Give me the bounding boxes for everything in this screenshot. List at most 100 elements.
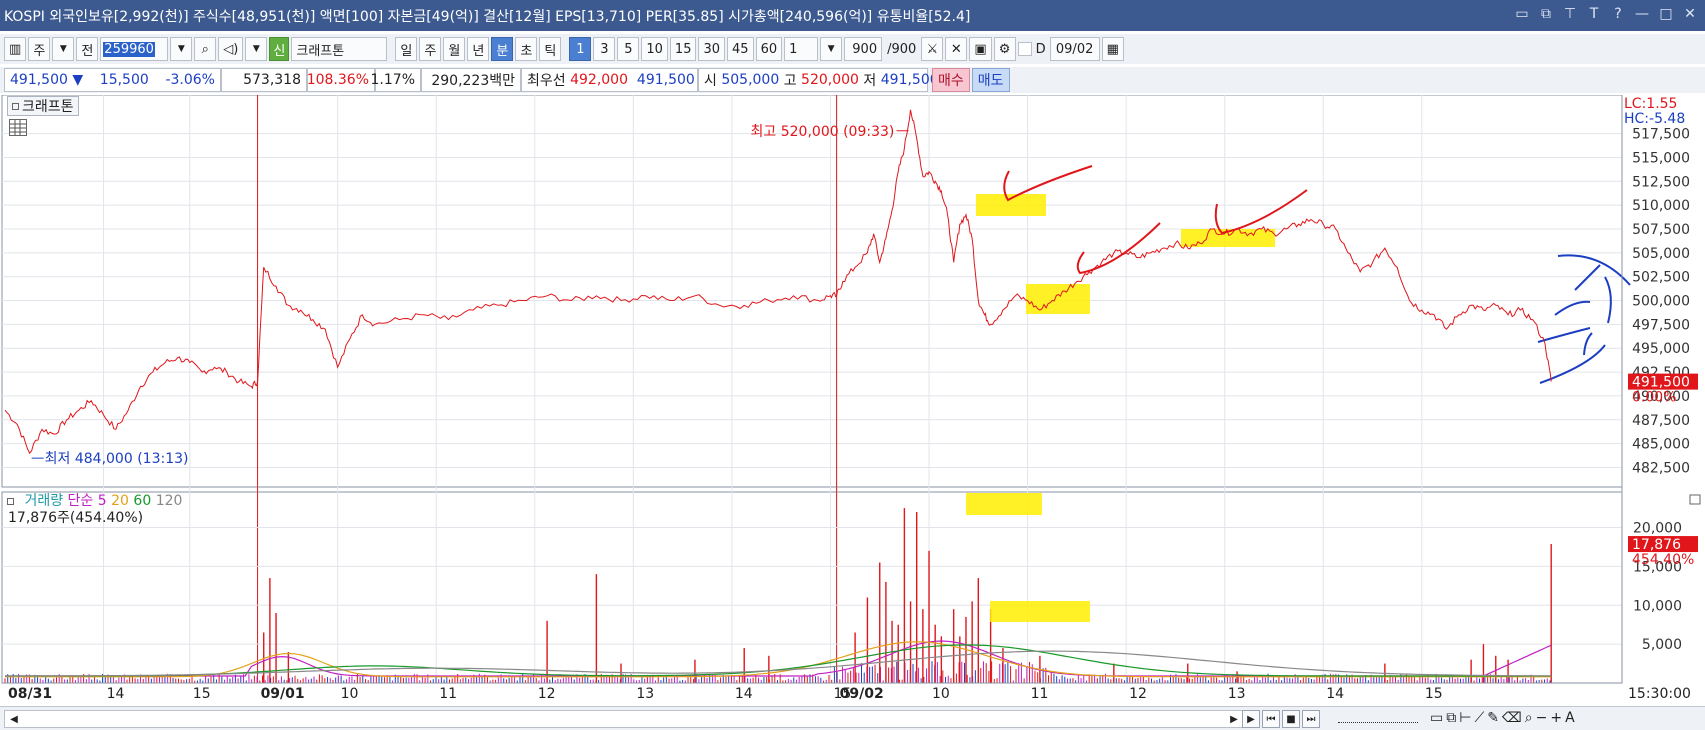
bottom-bar: ◀ ▶ ▶ ⏮ ■ ⏭ ▭ ⧉ ⊢ ⟋ ✎ ⌫ ⌕ − + A xyxy=(0,706,1705,730)
multiplier-input[interactable]: 1 xyxy=(784,37,819,61)
price-tick-label: 485,000 xyxy=(1632,437,1690,453)
period-month[interactable]: 월 xyxy=(443,37,466,61)
unit-tick[interactable]: 틱 xyxy=(539,37,562,61)
hand-drawn-check xyxy=(1214,189,1308,235)
minute-15[interactable]: 15 xyxy=(669,37,697,61)
table-grid-icon[interactable] xyxy=(9,119,27,136)
price-series xyxy=(4,109,1552,455)
tool-multi-icon[interactable]: ⧉ xyxy=(1446,710,1456,726)
max-annotation: 최고 520,000 (09:33) xyxy=(751,124,895,140)
compare-icon[interactable]: ⚔ xyxy=(921,37,944,61)
zoom-in-icon[interactable]: + xyxy=(1550,710,1562,726)
close-icon[interactable]: ✕ xyxy=(1681,4,1699,24)
save-icon[interactable]: ▣ xyxy=(969,37,992,61)
time-tick-label: 08/31 xyxy=(8,686,52,702)
help-icon[interactable]: ? xyxy=(1609,4,1627,24)
unit-minute[interactable]: 분 xyxy=(491,37,514,61)
volume-grid xyxy=(2,527,1622,645)
annotation-highlights xyxy=(966,194,1275,622)
minute-30[interactable]: 30 xyxy=(698,37,726,61)
date-checkbox[interactable] xyxy=(1017,42,1032,56)
minute-5[interactable]: 5 xyxy=(617,37,640,61)
scroll-right-icon[interactable]: ▶ xyxy=(1226,710,1242,728)
tool-fibo-icon[interactable]: ⊢ xyxy=(1459,710,1471,726)
sell-button[interactable]: 매도 xyxy=(971,68,1010,92)
multiplier-dropdown-icon[interactable]: ▼ xyxy=(820,37,843,61)
price-tick-label: 500,000 xyxy=(1632,294,1690,310)
sound-icon[interactable]: ◁) xyxy=(218,37,244,61)
search-icon[interactable]: ⌕ xyxy=(194,37,217,61)
volume-ratio-cell: 108.36% xyxy=(307,68,375,92)
volume-tick-label: 5,000 xyxy=(1642,637,1682,653)
stock-name-field[interactable]: 크래프톤 xyxy=(291,37,388,61)
stop-icon[interactable]: ■ xyxy=(1282,710,1300,728)
highlight-box xyxy=(966,493,1042,515)
market-dropdown-icon[interactable]: ▼ xyxy=(52,37,75,61)
settings-icon[interactable]: ⚙ xyxy=(993,37,1016,61)
tool-trend-icon[interactable]: ⟋ xyxy=(1474,710,1484,726)
font-icon[interactable]: T xyxy=(1585,4,1603,24)
chart-stock-tab[interactable]: 크래프톤 xyxy=(7,96,79,116)
auto-scale-icon[interactable]: A xyxy=(1565,710,1575,726)
tool-erase-icon[interactable]: ⌫ xyxy=(1502,710,1522,726)
restore-icon[interactable]: ⧉ xyxy=(1537,4,1555,24)
minute-10[interactable]: 10 xyxy=(641,37,668,61)
time-tick-label: 13 xyxy=(636,686,654,702)
time-tick-label: 14 xyxy=(735,686,753,702)
zoom-out-icon[interactable]: − xyxy=(1536,710,1548,726)
minute-60[interactable]: 60 xyxy=(755,37,783,61)
play-icon[interactable]: ▶ xyxy=(1242,710,1260,728)
buy-button[interactable]: 매수 xyxy=(932,68,970,92)
current-price-value: 491,500 xyxy=(1632,375,1690,391)
minute-1[interactable]: 1 xyxy=(569,37,592,61)
tool-pen-icon[interactable]: ✎ xyxy=(1487,710,1499,726)
time-tick-label: 11 xyxy=(1031,686,1049,702)
stock-code-input[interactable]: 259960 xyxy=(100,37,169,61)
window-icon[interactable]: ▭ xyxy=(1513,4,1531,24)
speed-slider[interactable] xyxy=(1338,713,1418,723)
best-quote-cell: 최우선 492,000 491,500 xyxy=(521,68,698,92)
scroll-left-icon[interactable]: ◀ xyxy=(6,710,22,728)
maximize-icon[interactable]: □ xyxy=(1657,4,1675,24)
minute-3[interactable]: 3 xyxy=(593,37,616,61)
count-input[interactable]: 900 xyxy=(844,37,883,61)
pin-icon[interactable]: ⊤ xyxy=(1561,4,1579,24)
highlight-box xyxy=(976,194,1046,216)
lc-label: LC:1.55 xyxy=(1624,96,1677,112)
code-dropdown-icon[interactable]: ▼ xyxy=(170,37,193,61)
highlight-box xyxy=(1026,284,1090,314)
fast-forward-icon[interactable]: ⏭ xyxy=(1302,710,1320,728)
crosshair-icon[interactable]: ✕ xyxy=(945,37,968,61)
volume-summary: 17,876주(454.40%) xyxy=(8,510,144,526)
layout-icon[interactable]: ▥ xyxy=(4,37,27,61)
volume-panel-frame xyxy=(1,491,1623,684)
unit-second[interactable]: 초 xyxy=(515,37,538,61)
period-year[interactable]: 년 xyxy=(467,37,490,61)
chart-scrollbar[interactable] xyxy=(4,710,1244,728)
legend-ma120: 120 xyxy=(155,493,183,509)
scope-button[interactable]: 전 xyxy=(76,37,99,61)
time-tick-label: 10 xyxy=(932,686,950,702)
date-input[interactable]: 09/02 xyxy=(1049,37,1100,61)
tool-box-icon[interactable]: ▭ xyxy=(1430,710,1443,726)
price-grid xyxy=(1,95,1623,684)
price-line xyxy=(4,109,1552,455)
playback-controls: ▶ ⏮ ■ ⏭ xyxy=(1242,710,1320,728)
market-select[interactable]: 주 xyxy=(28,37,51,61)
period-day[interactable]: 일 xyxy=(395,37,418,61)
sound-dropdown-icon[interactable]: ▼ xyxy=(245,37,268,61)
price-tick-label: 487,500 xyxy=(1632,413,1690,429)
rewind-icon[interactable]: ⏮ xyxy=(1262,710,1280,728)
chart-canvas[interactable]: 517,500 515,000 512,500 510,000 507,500 505,0… xyxy=(0,95,1705,706)
volume-tick-label: 20,000 xyxy=(1633,521,1682,537)
hand-drawn-line xyxy=(1537,327,1591,343)
minute-45[interactable]: 45 xyxy=(727,37,754,61)
time-tick-label: 12 xyxy=(1129,686,1147,702)
period-week[interactable]: 주 xyxy=(419,37,442,61)
calendar-icon[interactable]: ▦ xyxy=(1101,37,1124,61)
zoom-icon[interactable]: ⌕ xyxy=(1525,710,1533,726)
minimize-icon[interactable]: — xyxy=(1633,4,1651,24)
date-label: D xyxy=(1035,41,1046,57)
hand-drawn-line xyxy=(1554,300,1591,316)
hand-drawn-line xyxy=(1574,264,1601,291)
